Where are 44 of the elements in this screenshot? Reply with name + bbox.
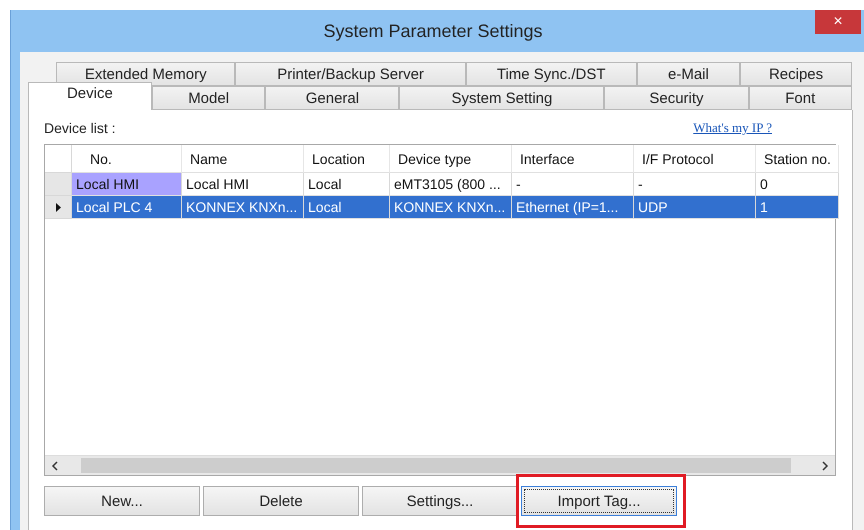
window-title: System Parameter Settings	[323, 20, 543, 42]
table-cell[interactable]: 1	[756, 196, 839, 219]
table-cell[interactable]: Local	[304, 173, 390, 196]
column-header[interactable]: Device type	[390, 145, 512, 173]
tab[interactable]: Security	[604, 86, 748, 110]
table-cell[interactable]: Local HMI	[182, 173, 304, 196]
tab[interactable]: Device	[28, 82, 152, 110]
dialog-button[interactable]: Import Tag...	[521, 486, 677, 516]
dialog-button[interactable]: Delete	[203, 486, 359, 516]
dialog-button[interactable]: Settings...	[362, 486, 518, 516]
table-cell[interactable]: Local HMI	[72, 173, 182, 196]
tab[interactable]: Extended Memory	[56, 62, 236, 86]
tab[interactable]: Recipes	[740, 62, 852, 86]
table-cell[interactable]: UDP	[634, 196, 756, 219]
table-cell[interactable]: KONNEX KNXn...	[182, 196, 304, 219]
column-header[interactable]: Name	[182, 145, 304, 173]
table-cell[interactable]: eMT3105 (800 ...	[390, 173, 512, 196]
row-header[interactable]	[45, 196, 72, 219]
table-cell[interactable]: 0	[756, 173, 839, 196]
scroll-left-icon[interactable]	[51, 460, 59, 470]
column-header[interactable]: Interface	[512, 145, 634, 173]
whats-my-ip-link[interactable]: What's my IP ?	[693, 120, 772, 136]
device-list-label: Device list :	[44, 120, 116, 136]
close-button[interactable]: ×	[815, 10, 861, 34]
tab[interactable]: e-Mail	[636, 62, 740, 86]
table-corner-header	[45, 145, 72, 173]
column-header[interactable]: I/F Protocol	[634, 145, 756, 173]
tab[interactable]: Font	[748, 86, 852, 110]
table-cell[interactable]: -	[512, 173, 634, 196]
table-cell[interactable]: -	[634, 173, 756, 196]
table-cell[interactable]: KONNEX KNXn...	[390, 196, 512, 219]
table-cell[interactable]: Local	[304, 196, 390, 219]
tab[interactable]: Model	[152, 86, 266, 110]
dialog-button[interactable]: New...	[44, 486, 200, 516]
table-cell[interactable]: Ethernet (IP=1...	[512, 196, 634, 219]
tab[interactable]: System Setting	[399, 86, 604, 110]
scroll-right-icon[interactable]	[821, 460, 829, 470]
tab[interactable]: General	[265, 86, 400, 110]
column-header[interactable]: No.	[72, 145, 182, 173]
column-header[interactable]: Location	[304, 145, 390, 173]
column-header[interactable]: Station no.	[756, 145, 839, 173]
table-cell[interactable]: Local PLC 4	[72, 196, 182, 219]
tab[interactable]: Printer/Backup Server	[235, 62, 466, 86]
tab[interactable]: Time Sync./DST	[466, 62, 637, 86]
